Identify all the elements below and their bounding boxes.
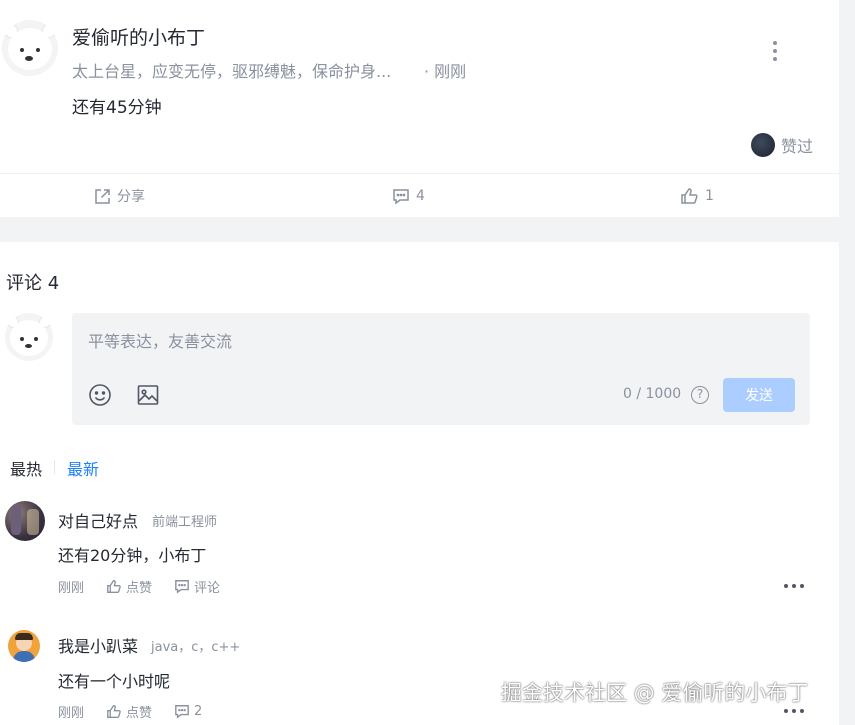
comment-meta: 刚刚 点赞 评论	[58, 577, 220, 596]
post-author-tagline: 太上台星，应变无停，驱邪缚魅，保命护身...	[72, 62, 392, 81]
comment-like-label: 点赞	[126, 706, 153, 721]
share-button[interactable]: 分享	[94, 185, 145, 207]
comment-reply-button[interactable]: 评论	[174, 577, 220, 596]
like-icon	[107, 704, 121, 718]
comment-reply-label: 评论	[194, 581, 221, 596]
divider	[0, 173, 839, 174]
comment-avatar[interactable]	[8, 630, 40, 662]
comment-author-title: java，c，c++	[151, 640, 241, 655]
comment-reply-count: 2	[194, 704, 203, 719]
comment-author-name[interactable]: 对自己好点	[58, 508, 138, 532]
more-horizontal-icon[interactable]	[783, 581, 805, 591]
liked-label: 赞过	[781, 137, 814, 156]
comment-avatar[interactable]	[5, 501, 45, 541]
comment-time: 刚刚	[58, 706, 85, 721]
sort-hot-tab[interactable]: 最热	[10, 456, 42, 480]
post-card: 爱偷听的小布丁 太上台星，应变无停，驱邪缚魅，保命护身... · 刚刚 还有45…	[0, 0, 839, 217]
comment-reply-button[interactable]: 2	[174, 704, 202, 719]
help-icon[interactable]: ?	[691, 386, 709, 404]
author-avatar[interactable]	[2, 20, 58, 76]
comment-input[interactable]: 平等表达，友善交流	[88, 328, 232, 352]
liked-indicator: 赞过	[751, 132, 813, 158]
current-user-avatar	[5, 313, 53, 361]
comment-author-name[interactable]: 我是小趴菜	[58, 633, 138, 657]
liker-avatar[interactable]	[751, 133, 775, 157]
sort-new-tab[interactable]: 最新	[67, 456, 99, 480]
post-author-name[interactable]: 爱偷听的小布丁	[72, 23, 205, 50]
like-icon	[107, 579, 121, 593]
comment-icon	[175, 705, 189, 719]
comment-button[interactable]: 4	[392, 185, 425, 207]
emoji-icon[interactable]	[88, 383, 112, 407]
share-icon	[95, 188, 110, 204]
comment-meta: 刚刚 点赞 2	[58, 702, 202, 721]
comment-editor[interactable]: 平等表达，友善交流 0 / 1000 ? 发送	[72, 313, 810, 425]
comment-time: 刚刚	[58, 581, 85, 596]
send-button[interactable]: 发送	[723, 378, 795, 412]
comment-count: 4	[416, 188, 425, 204]
comment-like-button[interactable]: 点赞	[106, 577, 152, 596]
like-count: 1	[705, 188, 714, 204]
more-vertical-icon[interactable]	[764, 38, 786, 64]
comments-title: 评论 4	[6, 273, 60, 294]
like-button[interactable]: 1	[680, 185, 714, 207]
watermark: 掘金技术社区 @ 爱偷听的小布丁	[501, 681, 809, 705]
comment-like-button[interactable]: 点赞	[106, 702, 152, 721]
comment-text: 还有20分钟，小布丁	[58, 546, 207, 565]
sort-divider	[54, 460, 55, 474]
comment-text: 还有一个小时呢	[58, 672, 171, 691]
more-horizontal-icon[interactable]	[783, 706, 805, 716]
char-counter: 0 / 1000	[623, 386, 682, 402]
like-icon	[681, 188, 698, 204]
comment-like-label: 点赞	[126, 581, 153, 596]
post-time: · 刚刚	[424, 62, 467, 81]
comment-icon	[175, 580, 189, 594]
share-label: 分享	[117, 189, 145, 205]
comment-author-title: 前端工程师	[152, 515, 218, 530]
post-content: 还有45分钟	[72, 98, 162, 118]
image-icon[interactable]	[136, 383, 160, 407]
comments-section: 评论 4 平等表达，友善交流 0 / 1000 ? 发送 最热 最新 对自己好点…	[0, 242, 839, 725]
comment-icon	[393, 188, 409, 204]
